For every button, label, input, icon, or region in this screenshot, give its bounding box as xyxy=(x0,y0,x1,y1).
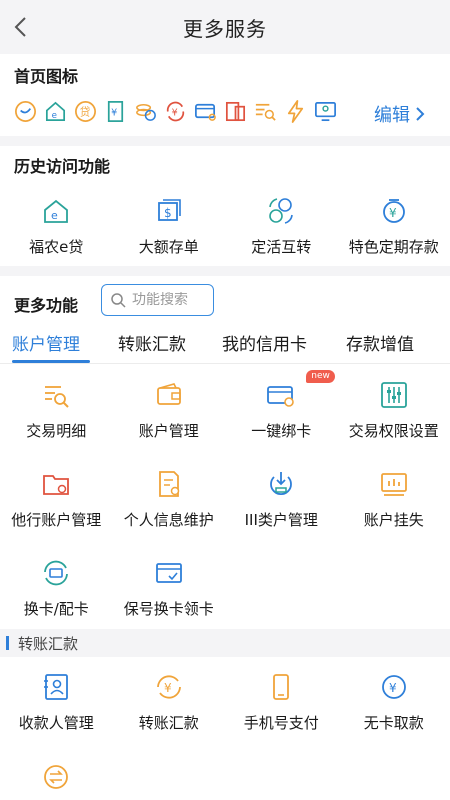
list-search-icon[interactable] xyxy=(253,97,278,125)
search-icon xyxy=(111,293,126,308)
function-search[interactable] xyxy=(101,284,214,316)
yen-deposit-icon: ¥ xyxy=(377,194,411,228)
history-item-large-deposit[interactable]: $ 大额存单 xyxy=(113,194,226,257)
section-divider xyxy=(0,266,450,276)
yen-circle-icon: ¥ xyxy=(377,670,411,704)
transfer-grid-row-2 xyxy=(0,760,450,800)
home-icons-title: 首页图标 xyxy=(14,67,79,86)
house-e-icon[interactable]: e xyxy=(43,97,68,125)
transfer-category-label: 转账汇款 xyxy=(18,635,79,653)
yen-refresh-icon[interactable]: ¥ xyxy=(163,97,188,125)
document-pages-icon[interactable] xyxy=(223,97,248,125)
transfer-category-band: 转账汇款 xyxy=(0,629,450,657)
top-bar: 更多服务 xyxy=(0,0,450,54)
sliders-icon xyxy=(377,378,411,412)
account-grid-row-2: 他行账户管理 个人信息维护 III类户管理 账户挂失 xyxy=(0,467,450,530)
transfer-item-payees[interactable]: 收款人管理 xyxy=(0,670,113,733)
category-marker xyxy=(6,636,9,650)
svg-text:¥: ¥ xyxy=(172,107,178,118)
account-item-account-mgmt[interactable]: 账户管理 xyxy=(113,378,226,441)
dollar-doc-icon: $ xyxy=(152,194,186,228)
chevron-right-icon xyxy=(416,107,425,121)
history-item-special-deposit[interactable]: ¥ 特色定期存款 xyxy=(338,194,450,257)
account-item-personal-info[interactable]: 个人信息维护 xyxy=(113,467,226,530)
edit-button[interactable]: 编辑 xyxy=(374,101,426,127)
phone-icon xyxy=(264,670,298,704)
transfer-grid-row-1: 收款人管理 ¥ 转账汇款 手机号支付 ¥ 无卡取款 xyxy=(0,670,450,733)
account-grid-row-3: 换卡/配卡 保号换卡领卡 xyxy=(0,556,450,619)
monitor-chart-icon xyxy=(377,467,411,501)
card-link-icon: new xyxy=(264,370,335,412)
tabs-divider xyxy=(0,363,450,364)
account-item-bind-card[interactable]: new 一键绑卡 xyxy=(225,370,338,441)
function-tabs: 账户管理 转账汇款 我的信用卡 存款增值 xyxy=(0,326,450,363)
account-item-other-bank[interactable]: 他行账户管理 xyxy=(0,467,113,530)
list-search-icon xyxy=(39,378,73,412)
loan-circle-icon[interactable]: 贷 xyxy=(73,97,98,125)
tab-transfer[interactable]: 转账汇款 xyxy=(118,330,186,355)
account-item-replace-card[interactable]: 换卡/配卡 xyxy=(0,556,113,619)
smile-circle-icon[interactable] xyxy=(13,97,38,125)
svg-text:e: e xyxy=(51,209,58,222)
download-circle-icon xyxy=(264,467,298,501)
doc-gear-icon xyxy=(152,467,186,501)
contact-book-icon xyxy=(39,670,73,704)
lightning-icon[interactable] xyxy=(283,97,308,125)
card-check-icon xyxy=(152,556,186,590)
svg-text:¥: ¥ xyxy=(389,206,397,220)
card-refresh-icon xyxy=(39,556,73,590)
history-item-fnd[interactable]: e 福农e贷 xyxy=(0,194,113,257)
svg-text:¥: ¥ xyxy=(389,681,397,695)
coins-stack-icon[interactable] xyxy=(133,97,158,125)
section-divider xyxy=(0,136,450,146)
history-item-fixed-current[interactable]: 定活互转 xyxy=(225,194,338,257)
account-item-keep-number[interactable]: 保号换卡领卡 xyxy=(113,556,226,619)
account-item-permissions[interactable]: 交易权限设置 xyxy=(338,378,450,441)
yen-refresh-icon: ¥ xyxy=(152,670,186,704)
history-grid: e 福农e贷 $ 大额存单 定活互转 ¥ 特色定期存款 xyxy=(0,194,450,257)
tab-my-credit-card[interactable]: 我的信用卡 xyxy=(222,330,307,355)
account-item-class3[interactable]: III类户管理 xyxy=(225,467,338,530)
svg-text:¥: ¥ xyxy=(164,681,172,695)
account-item-transactions[interactable]: 交易明细 xyxy=(0,378,113,441)
wallet-icon xyxy=(152,378,186,412)
transfer-item-cardless-withdraw[interactable]: ¥ 无卡取款 xyxy=(338,670,450,733)
account-grid-row-1: 交易明细 账户管理 new 一键绑卡 交易权限设置 xyxy=(0,370,450,441)
tab-account-management[interactable]: 账户管理 xyxy=(12,330,80,355)
transfer-item-phone-pay[interactable]: 手机号支付 xyxy=(225,670,338,733)
history-title: 历史访问功能 xyxy=(14,157,111,176)
edit-label: 编辑 xyxy=(374,105,410,126)
coin-exchange-icon xyxy=(264,194,298,228)
search-input[interactable] xyxy=(132,292,210,308)
tab-deposit-value-add[interactable]: 存款增值 xyxy=(346,330,414,355)
receipt-icon[interactable]: ¥ xyxy=(103,97,128,125)
svg-text:e: e xyxy=(52,111,57,121)
more-title: 更多功能 xyxy=(14,296,79,315)
svg-text:贷: 贷 xyxy=(80,105,91,118)
transfer-item-transfer[interactable]: ¥ 转账汇款 xyxy=(113,670,226,733)
new-badge: new xyxy=(306,370,335,383)
account-item-report-loss[interactable]: 账户挂失 xyxy=(338,467,450,530)
svg-text:¥: ¥ xyxy=(111,107,117,118)
folder-gear-icon xyxy=(39,467,73,501)
house-e-icon: e xyxy=(39,194,73,228)
card-link-icon[interactable] xyxy=(193,97,218,125)
svg-text:$: $ xyxy=(164,206,172,220)
transfer-item-partial[interactable] xyxy=(0,760,113,800)
monitor-person-icon[interactable] xyxy=(313,97,338,125)
exchange-circle-icon xyxy=(39,760,73,794)
home-icons-row: e 贷 ¥ ¥ xyxy=(13,97,353,127)
page-title: 更多服务 xyxy=(183,17,267,41)
